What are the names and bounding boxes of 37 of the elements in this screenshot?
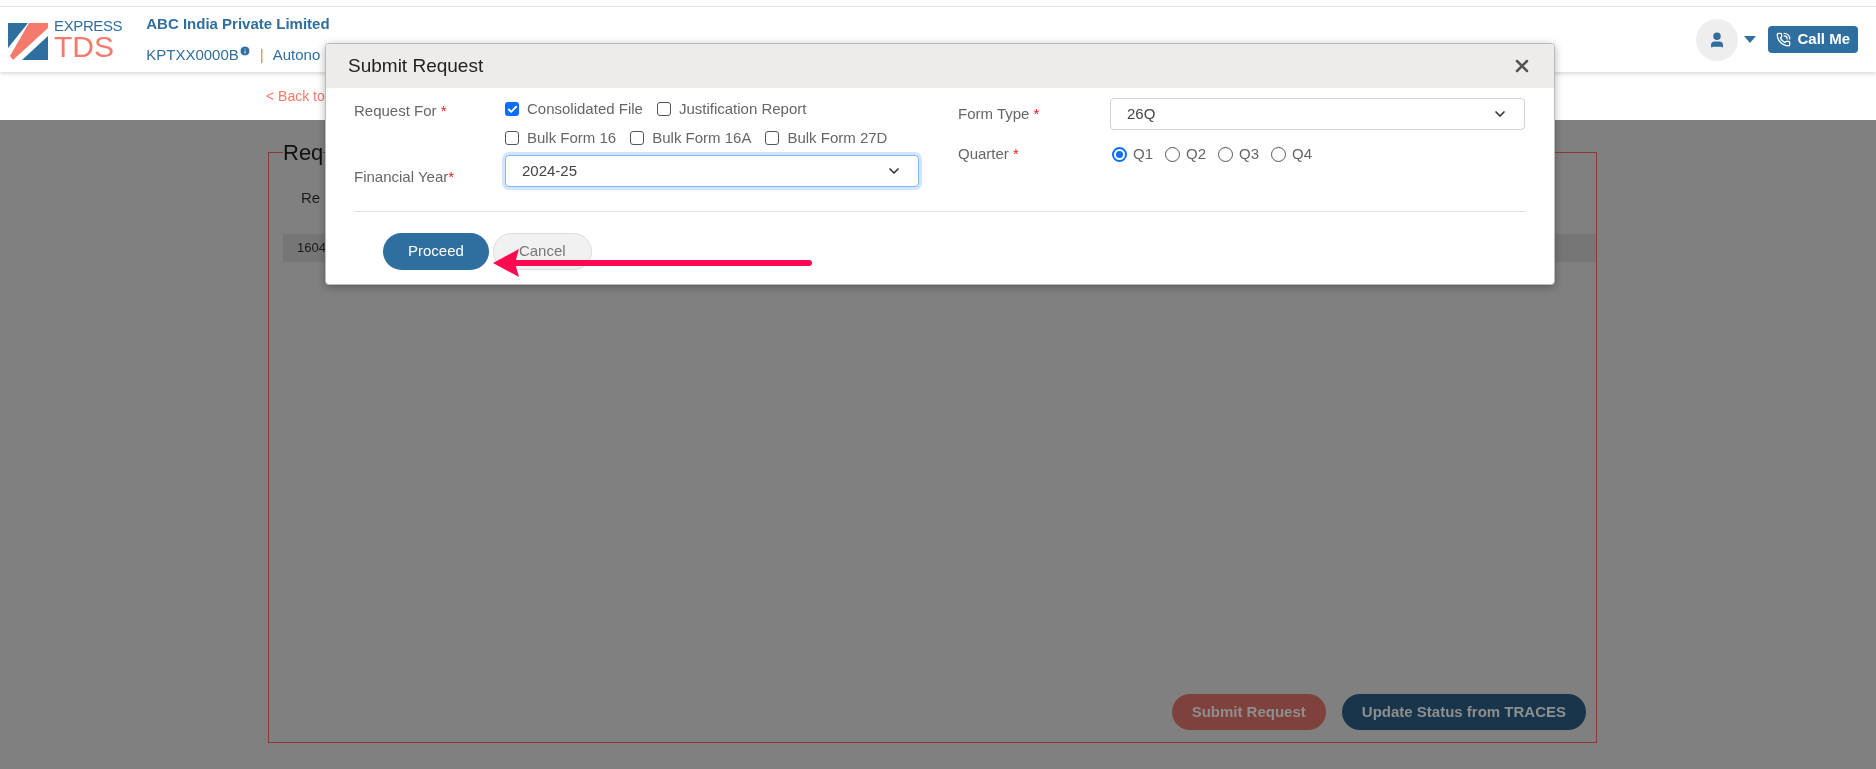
table-cell-text: 1604 xyxy=(297,238,326,257)
logo-text: TDS xyxy=(54,33,114,61)
module-name: Autono xyxy=(272,44,321,65)
radio-option[interactable]: Q2 xyxy=(1165,142,1207,166)
proceed-button[interactable]: Proceed xyxy=(383,233,489,270)
logo-text: EXPRESS xyxy=(54,18,123,33)
checkbox-option[interactable]: Bulk Form 27D xyxy=(765,126,888,149)
checkbox[interactable] xyxy=(505,130,519,145)
action-button[interactable]: Update Status from TRACES xyxy=(1341,694,1586,730)
select-field[interactable]: 26Q xyxy=(1110,98,1525,130)
caret-icon[interactable] xyxy=(1744,35,1757,44)
phone-icon xyxy=(1776,32,1792,47)
checkbox-option[interactable]: Consolidated File xyxy=(505,98,643,121)
checkbox-option[interactable]: Justification Report xyxy=(656,98,807,121)
company-name: ABC India Private Limited xyxy=(146,14,330,34)
checkbox-option[interactable]: Bulk Form 16 xyxy=(505,126,617,149)
field-label: Request For * xyxy=(354,102,447,119)
checkbox[interactable] xyxy=(630,130,645,145)
radio-button[interactable] xyxy=(1112,146,1127,162)
checkbox[interactable] xyxy=(656,102,671,117)
call-me-button[interactable]: Call Me xyxy=(1768,26,1858,53)
tan-number: KPTXX0000B xyxy=(146,44,239,65)
checkbox[interactable] xyxy=(505,102,519,117)
info-icon[interactable] xyxy=(238,44,251,57)
checkbox-option[interactable]: Bulk Form 16A xyxy=(630,126,752,149)
column-label: Re xyxy=(301,188,321,208)
checkbox[interactable] xyxy=(765,130,780,145)
radio-option[interactable]: Q3 xyxy=(1218,142,1260,166)
field-label: Financial Year* xyxy=(354,168,455,185)
field-label: Form Type * xyxy=(958,105,1040,122)
radio-option[interactable]: Q1 xyxy=(1112,142,1153,166)
field-label: Quarter * xyxy=(958,145,1019,162)
select-field[interactable]: 2024-25 xyxy=(505,155,919,187)
radio-option[interactable]: Q4 xyxy=(1271,142,1313,166)
panel-legend: Req xyxy=(283,136,324,169)
separator: | xyxy=(259,44,264,65)
dialog-title: Submit Request xyxy=(348,53,484,78)
